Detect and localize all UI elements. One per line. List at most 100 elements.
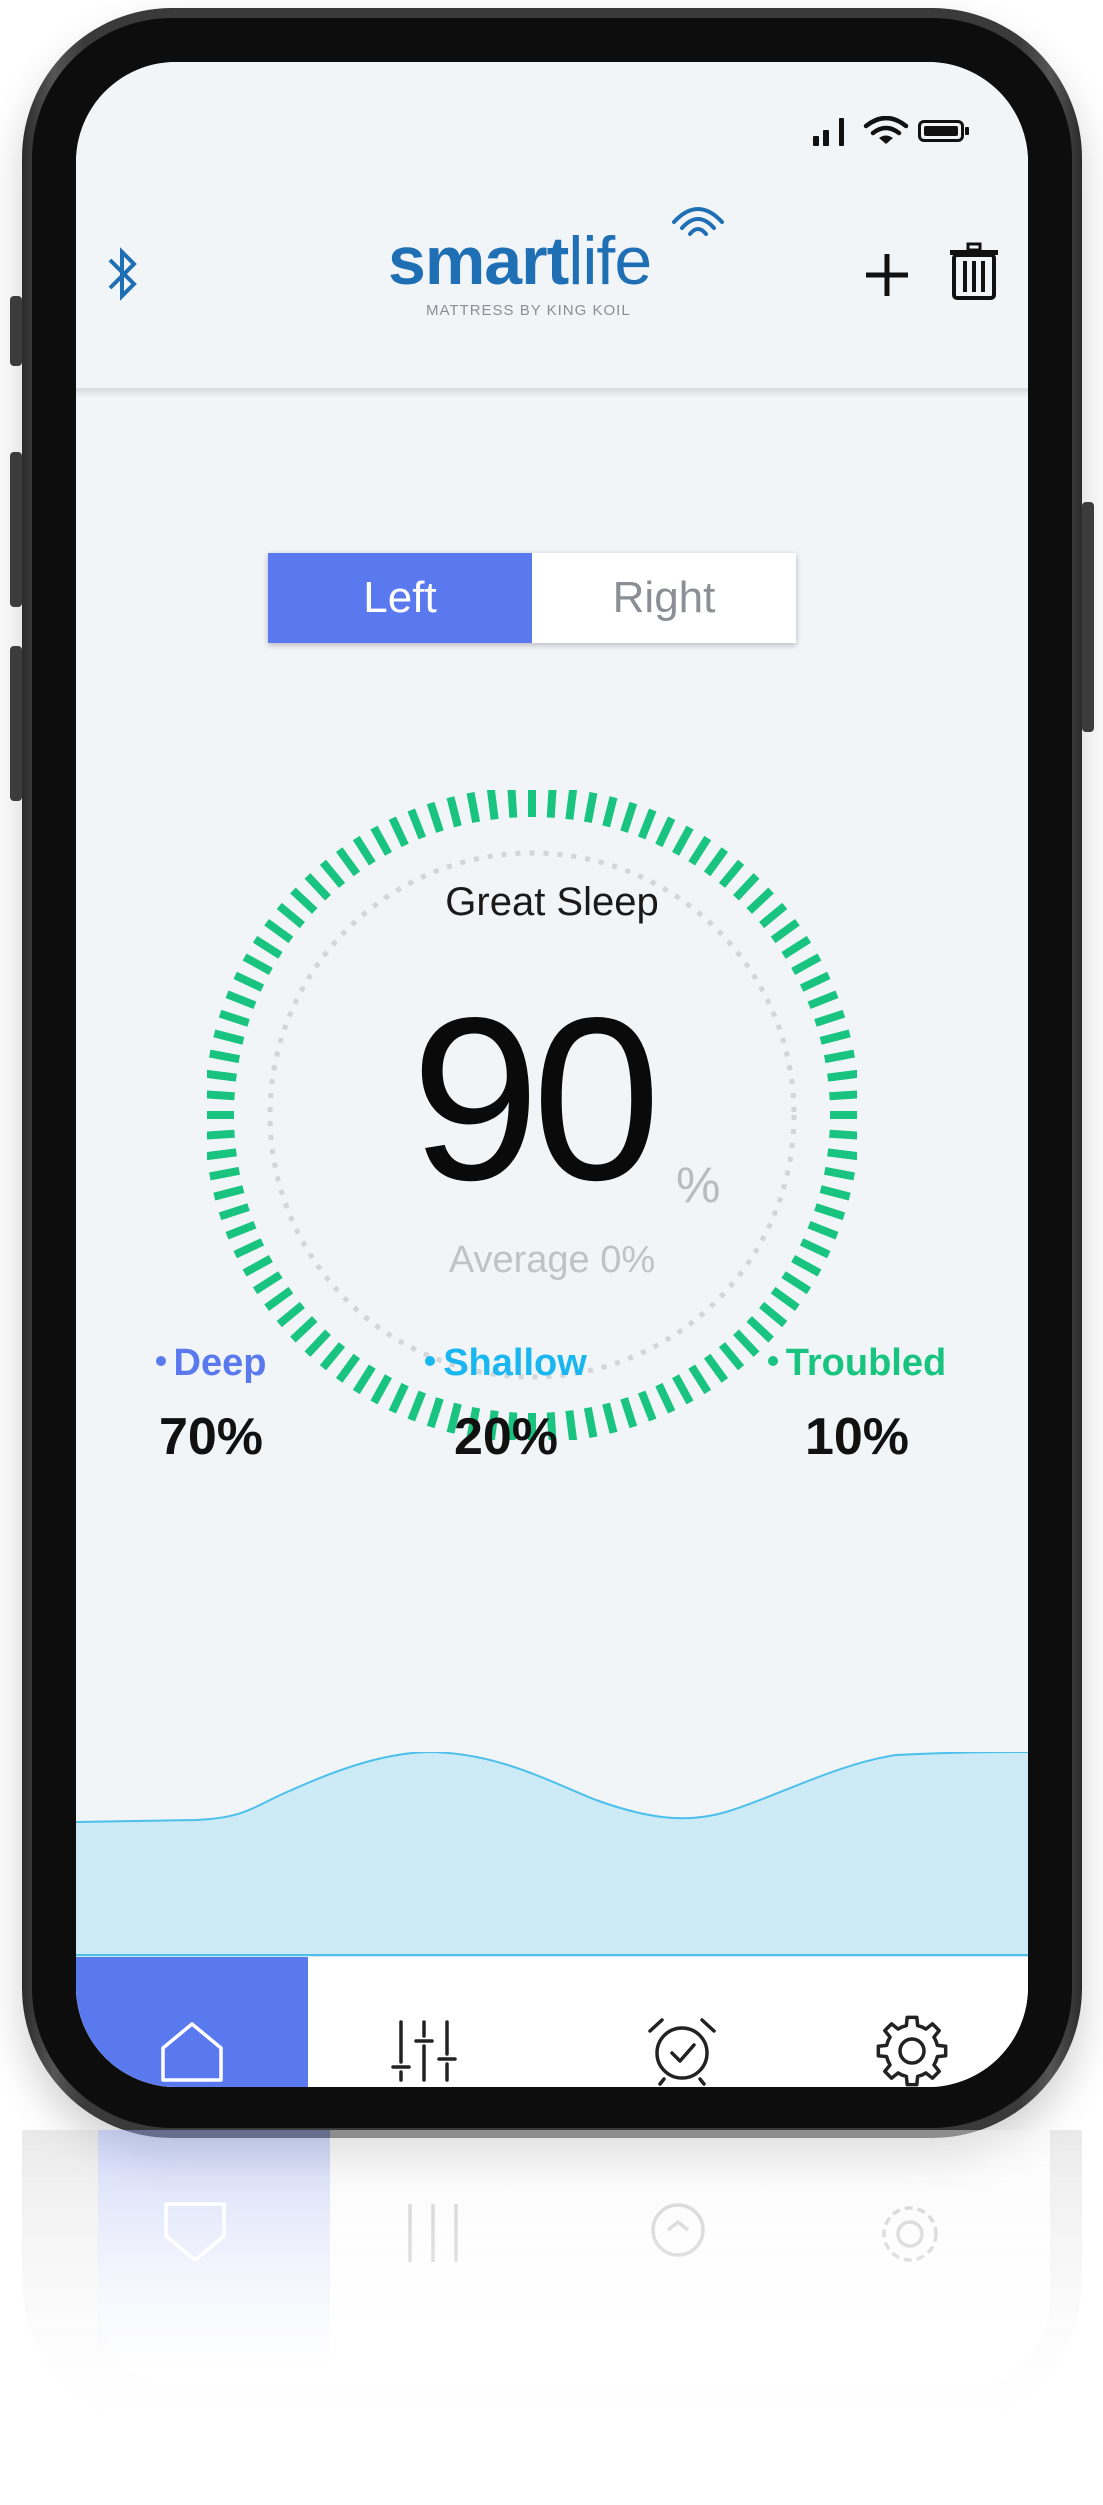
battery-icon <box>918 120 964 142</box>
nav-adjust[interactable] <box>308 1957 540 2087</box>
gauge-tick <box>718 1342 745 1371</box>
gauge-tick <box>770 1286 800 1312</box>
volume-up-button <box>10 452 22 607</box>
reflection-sliders-icon <box>408 2204 458 2262</box>
stat-troubled-label: Troubled <box>785 1342 947 1384</box>
gauge-tick <box>746 1316 774 1343</box>
logo-wordmark: smartlife <box>388 222 652 300</box>
gauge-tick <box>207 1148 237 1161</box>
stat-shallow-value: 20% <box>453 1408 559 1466</box>
gauge-tick <box>507 790 518 818</box>
gauge-tick <box>546 790 557 818</box>
gauge-tick <box>781 935 812 959</box>
signal-bar-3 <box>839 118 844 146</box>
mute-switch <box>10 296 22 366</box>
gauge-tick <box>829 1090 857 1101</box>
gauge-tick <box>620 801 638 833</box>
side-toggle: Left Right <box>268 553 796 643</box>
gauge-tick <box>225 990 257 1010</box>
sleep-wave-graph <box>76 1752 1028 1957</box>
gauge-tick <box>602 1402 618 1434</box>
gauge-tick <box>823 1049 855 1064</box>
gauge-tick <box>823 1166 855 1181</box>
gauge-tick <box>352 1364 376 1395</box>
gauge-title: Great Sleep <box>445 880 659 924</box>
gauge-tick <box>672 1374 694 1405</box>
stat-troubled: Troubled 10% <box>752 1342 962 1467</box>
alarm-clock-icon <box>648 2018 716 2086</box>
gauge-tick <box>814 1203 846 1221</box>
stat-troubled-value: 10% <box>804 1408 910 1466</box>
stat-shallow-label: Shallow <box>443 1342 587 1384</box>
gauge-score-value: 90 <box>410 970 661 1229</box>
gauge-tick <box>426 801 444 833</box>
gauge-tick <box>655 1382 676 1414</box>
logo-tagline: MATTRESS BY KING KOIL <box>426 302 631 319</box>
gauge-tick <box>688 1364 712 1395</box>
stat-deep: Deep 70% <box>116 1342 306 1467</box>
nav-alarm[interactable] <box>566 1957 798 2087</box>
stat-shallow-label-row: Shallow <box>406 1342 606 1385</box>
gauge-tick <box>276 1301 305 1328</box>
reflection-home-icon <box>164 2202 226 2263</box>
header-divider <box>76 388 1028 398</box>
sliders-icon <box>391 2020 457 2082</box>
volume-down-button <box>10 646 22 801</box>
gauge-tick <box>252 935 283 959</box>
gauge-tick <box>446 796 462 828</box>
gauge-tick <box>290 1316 318 1343</box>
battery-cap <box>965 127 969 135</box>
gauge-tick <box>759 1301 788 1328</box>
nav-settings[interactable] <box>796 1957 1028 2087</box>
stat-troubled-label-row: Troubled <box>752 1342 962 1385</box>
gauge-tick <box>637 808 657 840</box>
logo-brand-bold: smart <box>388 223 569 299</box>
gauge-tick <box>407 808 427 840</box>
gauge-tick <box>829 1129 857 1140</box>
gauge-tick <box>207 1069 237 1082</box>
gauge-tick <box>218 1203 250 1221</box>
plus-icon[interactable] <box>864 252 910 298</box>
stat-deep-dot <box>155 1355 166 1366</box>
logo-brand-light: life <box>568 223 652 299</box>
gauge-tick <box>233 971 265 992</box>
gauge-average: Average 0% <box>448 1239 656 1281</box>
gauge-tick <box>388 816 409 848</box>
reflection-alarm-icon <box>651 2203 705 2257</box>
signal-bar-1 <box>813 136 819 146</box>
toggle-right-button[interactable]: Right <box>532 553 796 643</box>
nav-home[interactable] <box>76 1957 308 2087</box>
gauge-tick <box>213 1185 245 1201</box>
reflection-gear-icon <box>882 2206 938 2262</box>
gauge-tick <box>827 1069 857 1082</box>
gauge-tick <box>819 1185 851 1201</box>
gauge-tick <box>807 1220 839 1240</box>
stat-deep-label-row: Deep <box>116 1342 306 1385</box>
gauge-tick <box>370 1374 392 1405</box>
gauge-tick <box>352 835 376 866</box>
stat-shallow: Shallow 20% <box>406 1342 606 1467</box>
gauge-tick <box>565 790 578 820</box>
bluetooth-icon[interactable] <box>106 242 140 306</box>
stat-deep-value: 70% <box>158 1408 264 1466</box>
stat-troubled-dot <box>767 1355 778 1366</box>
gauge-tick <box>814 1009 846 1027</box>
gauge-unit: % <box>676 1157 721 1213</box>
trash-icon[interactable] <box>948 242 1000 300</box>
gauge-tick <box>807 990 839 1010</box>
gauge-tick <box>388 1382 409 1414</box>
gauge-tick <box>242 953 273 975</box>
gauge-tick <box>209 1049 241 1064</box>
gauge-tick <box>688 835 712 866</box>
gauge-tick <box>672 825 694 856</box>
gauge-tick <box>620 1397 638 1429</box>
gauge-tick <box>466 792 481 824</box>
gauge-tick <box>637 1390 657 1422</box>
logo-wifi-icon <box>672 207 724 236</box>
gauge-tick <box>209 1166 241 1181</box>
app-screen: smartlife MATTRESS BY KING KOIL Left Rig… <box>76 62 1028 2087</box>
toggle-left-button[interactable]: Left <box>268 553 532 643</box>
gauge-tick <box>207 1090 235 1101</box>
gauge-tick <box>791 953 822 975</box>
gauge-tick <box>583 792 598 824</box>
